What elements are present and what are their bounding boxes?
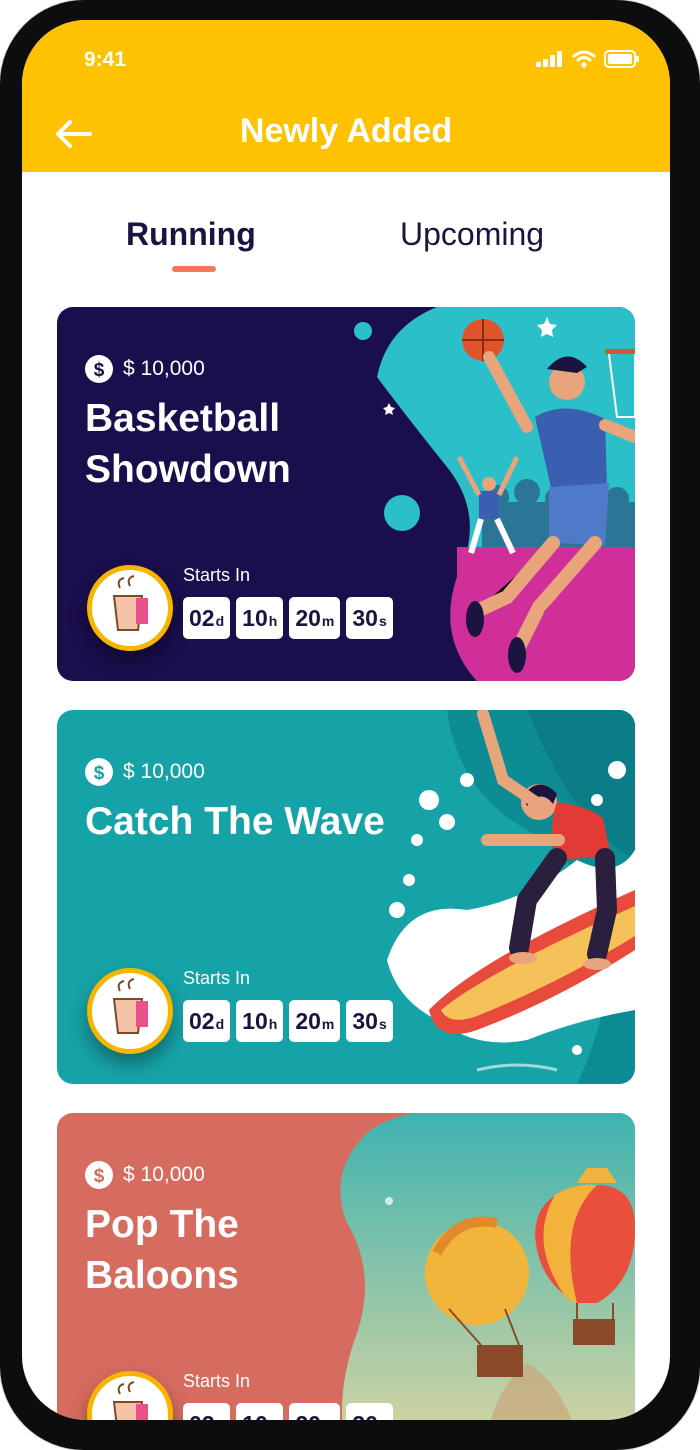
tab-running[interactable]: Running (126, 216, 256, 253)
starts-in-label: Starts In (183, 968, 251, 988)
status-icons (536, 50, 640, 68)
sponsor-cup-logo (87, 565, 173, 651)
countdown-timer: 02d 10h 20m 30s (183, 597, 393, 639)
timer-minutes: 20m (289, 1403, 341, 1420)
dollar-icon: $ (85, 355, 113, 383)
tab-upcoming[interactable]: Upcoming (400, 216, 544, 253)
prize-amount: $ $ 10,000 (85, 758, 205, 786)
contest-card[interactable]: $ $ 10,000 Basketball Showdown Starts In… (57, 307, 635, 681)
svg-text:$: $ (94, 1166, 105, 1187)
wifi-icon (572, 50, 596, 68)
contest-card[interactable]: $ $ 10,000 Pop The Baloons Starts In 02d… (57, 1113, 635, 1420)
dollar-icon: $ (85, 758, 113, 786)
header-bar: 9:41 Newly Added (22, 20, 670, 172)
timer-seconds: 30s (346, 597, 393, 639)
timer-days: 02d (183, 1000, 231, 1042)
countdown-timer: 02d 10h 20m 30s (183, 1403, 393, 1420)
sponsor-cup-logo (87, 968, 173, 1054)
timer-minutes: 20m (289, 1000, 341, 1042)
starts-in-label: Starts In (183, 565, 251, 585)
starts-in-label: Starts In (183, 1371, 251, 1391)
prize-text: $ 10,000 (123, 1163, 205, 1186)
card-title: Basketball Showdown (85, 397, 291, 491)
timer-hours: 10h (236, 1403, 284, 1420)
tab-bar: Running Upcoming (22, 216, 670, 276)
timer-minutes: 20m (289, 597, 341, 639)
timer-seconds: 30s (346, 1000, 393, 1042)
card-title: Pop The Baloons (85, 1203, 239, 1297)
battery-icon (604, 50, 639, 68)
timer-seconds: 30s (346, 1403, 393, 1420)
sponsor-cup-logo (87, 1371, 173, 1420)
timer-days: 02d (183, 1403, 231, 1420)
svg-text:$: $ (94, 763, 105, 784)
prize-amount: $ $ 10,000 (85, 1161, 205, 1189)
timer-hours: 10h (236, 597, 284, 639)
phone-frame: 9:41 Newly Added Running Upcoming $ $ 10… (0, 0, 700, 1450)
screen: 9:41 Newly Added Running Upcoming $ $ 10… (22, 20, 670, 1420)
prize-amount: $ $ 10,000 (85, 355, 205, 383)
page-title: Newly Added (239, 112, 453, 150)
active-tab-indicator (172, 266, 216, 272)
prize-text: $ 10,000 (123, 357, 205, 380)
dollar-icon: $ (85, 1161, 113, 1189)
timer-hours: 10h (236, 1000, 284, 1042)
countdown-timer: 02d 10h 20m 30s (183, 1000, 393, 1042)
status-time: 9:41 (84, 48, 127, 71)
contest-card[interactable]: $ $ 10,000 Catch The Wave Starts In 02 d … (57, 710, 635, 1084)
timer-days: 02d (183, 597, 231, 639)
svg-text:$: $ (94, 360, 105, 381)
prize-text: $ 10,000 (123, 760, 205, 783)
card-title: Catch The Wave (85, 800, 385, 843)
signal-icon (536, 51, 562, 67)
